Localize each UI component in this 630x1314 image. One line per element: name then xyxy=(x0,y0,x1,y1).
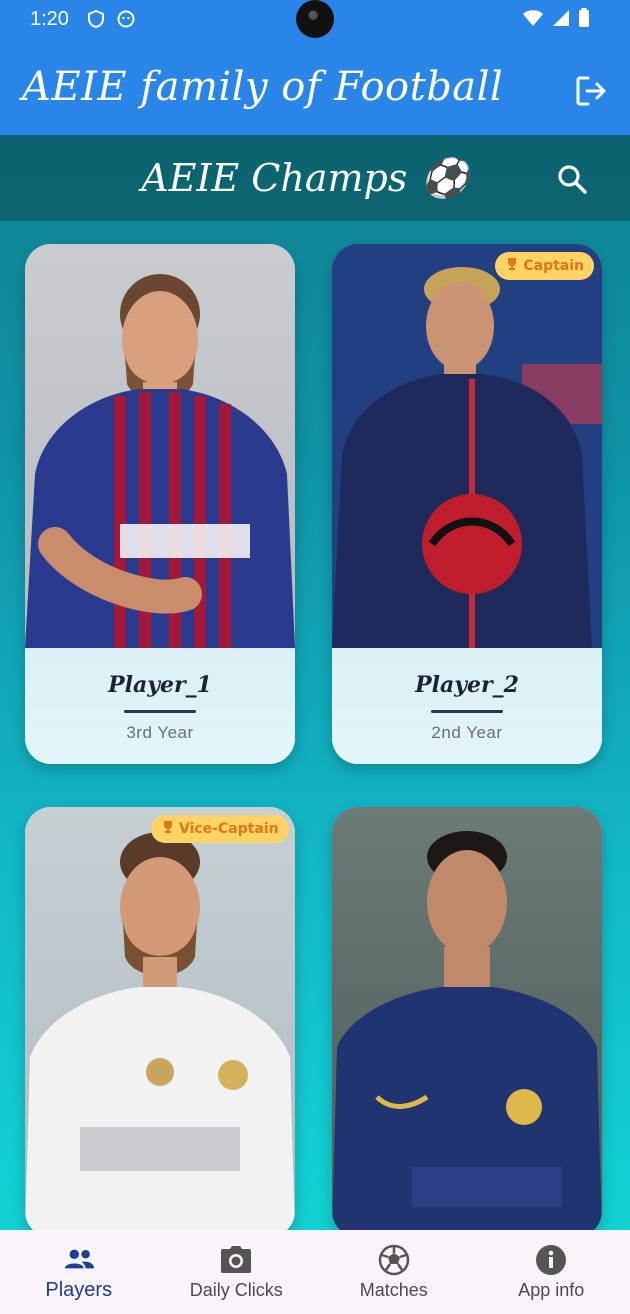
nav-label: App info xyxy=(518,1279,585,1300)
player-card[interactable]: Captain Player_2 2nd Year xyxy=(332,244,602,764)
wifi-icon xyxy=(522,9,544,31)
nav-item-app-info[interactable]: App info xyxy=(473,1230,630,1314)
name-divider xyxy=(431,710,503,713)
badge-label: Vice-Captain xyxy=(179,821,279,837)
camera-icon xyxy=(220,1244,252,1276)
soccer-ball-icon xyxy=(378,1244,410,1276)
player-name: Player_2 xyxy=(415,672,519,698)
trophy-icon xyxy=(161,820,175,838)
player-card[interactable]: Player_1 3rd Year xyxy=(25,244,295,764)
signal-icon xyxy=(552,9,570,31)
player-card[interactable] xyxy=(332,807,602,1237)
trophy-icon xyxy=(505,257,519,275)
player-photo xyxy=(332,807,602,1237)
search-icon xyxy=(558,165,587,194)
players-icon xyxy=(63,1243,95,1275)
app-bar: AEIE family of Football xyxy=(0,38,630,135)
player-year: 3rd Year xyxy=(126,723,194,742)
player-photo: Vice-Captain xyxy=(25,807,295,1237)
battery-icon xyxy=(578,8,590,32)
nav-item-matches[interactable]: Matches xyxy=(315,1230,473,1314)
player-year: 2nd Year xyxy=(431,723,503,742)
vice-captain-badge: Vice-Captain xyxy=(151,815,289,843)
player-name: Player_1 xyxy=(108,672,212,698)
status-time: 1:20 xyxy=(30,7,69,30)
face-icon xyxy=(117,10,135,28)
shield-icon xyxy=(87,10,105,28)
bottom-navigation: Players Daily Clicks Matches App info xyxy=(0,1230,630,1314)
badge-label: Captain xyxy=(523,258,584,274)
status-bar: 1:20 xyxy=(0,0,630,38)
player-card[interactable]: Vice-Captain xyxy=(25,807,295,1237)
player-photo: Captain xyxy=(332,244,602,648)
nav-label: Players xyxy=(45,1278,113,1301)
app-title: AEIE family of Football xyxy=(22,63,504,110)
section-title-text: AEIE Champs xyxy=(141,156,408,200)
nav-label: Matches xyxy=(359,1279,428,1300)
info-icon xyxy=(535,1244,567,1276)
soccer-ball-emoji: ⚽ xyxy=(421,155,469,200)
logout-icon xyxy=(576,76,606,106)
captain-badge: Captain xyxy=(495,252,594,280)
front-camera xyxy=(296,0,334,38)
nav-item-daily-clicks[interactable]: Daily Clicks xyxy=(158,1230,316,1314)
logout-button[interactable] xyxy=(574,74,608,108)
player-info: Player_2 2nd Year xyxy=(332,648,602,764)
name-divider xyxy=(124,710,196,713)
nav-label: Daily Clicks xyxy=(189,1279,283,1300)
player-photo xyxy=(25,244,295,648)
section-title: AEIE Champs ⚽ xyxy=(141,156,468,201)
search-button[interactable] xyxy=(556,163,588,195)
sub-header: AEIE Champs ⚽ xyxy=(0,135,630,221)
nav-item-players[interactable]: Players xyxy=(0,1230,158,1314)
player-info: Player_1 3rd Year xyxy=(25,648,295,764)
